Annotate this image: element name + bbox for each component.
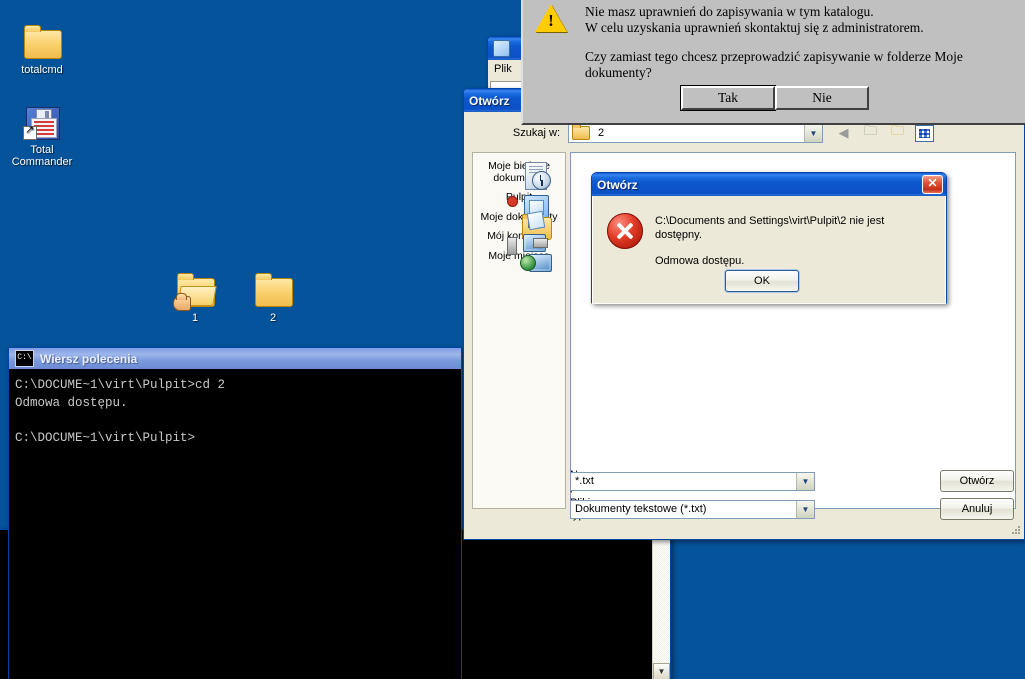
desktop-icon-total-commander[interactable]: Total Commander bbox=[4, 104, 80, 168]
desktop: totalcmd Total Commander 1 2 ▼ C: bbox=[0, 0, 1025, 679]
place-label-line1: Moje bieżące bbox=[488, 160, 550, 172]
command-prompt-window[interactable]: C:\ Wiersz polecenia C:\DOCUME~1\virt\Pu… bbox=[8, 347, 462, 679]
up-one-level-icon[interactable]: 🗀 bbox=[860, 123, 881, 143]
desktop-icon-label: totalcmd bbox=[21, 64, 63, 76]
warning-line3: Czy zamiast tego chcesz przeprowadzić za… bbox=[585, 49, 963, 80]
scroll-down-icon[interactable]: ▼ bbox=[653, 663, 670, 679]
open-file-dialog[interactable]: Otwórz Szukaj w: 2 ▼ ◀ 🗀 🗀 Moje bieżące … bbox=[463, 88, 1025, 540]
error-dialog-body: C:\Documents and Settings\virt\Pulpit\2 … bbox=[592, 196, 946, 304]
console-vertical-scrollbar[interactable]: ▼ bbox=[652, 530, 670, 679]
desktop-icon-folder-1[interactable]: 1 bbox=[157, 272, 233, 324]
dialog-action-buttons: Otwórz Anuluj bbox=[940, 470, 1014, 526]
resize-grip[interactable] bbox=[1011, 525, 1021, 535]
shortcut-arrow-icon bbox=[23, 124, 37, 140]
error-cross-icon bbox=[607, 213, 643, 249]
file-type-dropdown[interactable]: Dokumenty tekstowe (*.txt) ▼ bbox=[570, 499, 815, 519]
desktop-icon-folder-2[interactable]: 2 bbox=[235, 272, 311, 324]
look-in-value: 2 bbox=[598, 127, 605, 139]
warning-line1: Nie masz uprawnień do zapisywania w tym … bbox=[585, 4, 874, 19]
close-icon[interactable]: ✕ bbox=[922, 175, 943, 194]
look-in-dropdown[interactable]: 2 ▼ bbox=[568, 123, 823, 143]
open-button[interactable]: Otwórz bbox=[940, 470, 1014, 492]
no-button[interactable]: Nie bbox=[775, 86, 869, 110]
place-label: Pulpit bbox=[505, 191, 533, 203]
console-icon: C:\ bbox=[15, 350, 34, 367]
desktop-icon-label-line2: Commander bbox=[11, 156, 73, 168]
chevron-down-icon[interactable]: ▼ bbox=[804, 124, 822, 142]
file-name-label: Nazwa pliku: bbox=[464, 469, 604, 493]
warning-triangle-icon bbox=[535, 4, 567, 34]
error-dialog[interactable]: Otwórz ✕ C:\Documents and Settings\virt\… bbox=[591, 172, 947, 304]
cancel-button[interactable]: Anuluj bbox=[940, 498, 1014, 520]
look-in-label: Szukaj w: bbox=[512, 127, 560, 139]
error-message-line1: C:\Documents and Settings\virt\Pulpit\2 … bbox=[655, 215, 885, 241]
place-my-documents[interactable]: Moje dokumenty bbox=[473, 204, 565, 240]
folder-icon bbox=[22, 24, 62, 60]
sharing-hand-icon bbox=[173, 293, 191, 311]
folder-icon bbox=[572, 124, 590, 140]
back-icon[interactable]: ◀ bbox=[833, 124, 854, 143]
permission-warning-dialog[interactable]: Nie masz uprawnień do zapisywania w tym … bbox=[521, 0, 1025, 125]
floppy-shortcut-icon bbox=[22, 104, 62, 140]
desktop-icon-label-line1: Total bbox=[30, 144, 54, 156]
views-icon[interactable] bbox=[914, 124, 935, 143]
file-name-input[interactable]: *.txt ▼ bbox=[570, 471, 815, 491]
place-my-network-places[interactable]: Moje miejsca bbox=[473, 237, 565, 272]
menu-item-plik[interactable]: Plik bbox=[494, 63, 512, 75]
console-title-text: Wiersz polecenia bbox=[40, 351, 138, 366]
console-output: C:\DOCUME~1\virt\Pulpit>cd 2 Odmowa dost… bbox=[15, 378, 226, 445]
place-desktop[interactable]: Pulpit bbox=[473, 184, 565, 220]
error-message: C:\Documents and Settings\virt\Pulpit\2 … bbox=[655, 214, 933, 268]
shared-folder-icon bbox=[173, 272, 215, 311]
error-dialog-title-text: Otwórz bbox=[597, 177, 638, 192]
look-in-row: Szukaj w: 2 ▼ ◀ 🗀 🗀 bbox=[464, 122, 1024, 144]
permission-warning-message: Nie masz uprawnień do zapisywania w tym … bbox=[585, 4, 1015, 81]
console-titlebar[interactable]: C:\ Wiersz polecenia bbox=[9, 348, 461, 369]
error-message-line2: Odmowa dostępu. bbox=[655, 255, 745, 267]
desktop-icon-label: 1 bbox=[191, 312, 199, 324]
places-bar: Moje bieżące dokumenty Pulpit Moje dokum… bbox=[472, 152, 566, 509]
folder-icon bbox=[253, 272, 293, 308]
file-name-value: *.txt bbox=[575, 475, 594, 487]
desktop-icon-totalcmd[interactable]: totalcmd bbox=[4, 24, 80, 76]
ok-button[interactable]: OK bbox=[725, 270, 799, 292]
chevron-down-icon[interactable]: ▼ bbox=[796, 500, 814, 518]
place-label-line2: dokumenty bbox=[493, 171, 545, 184]
warning-line2: W celu uzyskania uprawnień skontaktuj si… bbox=[585, 20, 924, 35]
error-dialog-titlebar[interactable]: Otwórz ✕ bbox=[592, 173, 946, 196]
yes-button[interactable]: Tak bbox=[680, 85, 776, 111]
new-folder-icon[interactable]: 🗀 bbox=[887, 123, 908, 143]
dialog-nav-toolbar: ◀ 🗀 🗀 bbox=[833, 123, 935, 143]
chevron-down-icon[interactable]: ▼ bbox=[796, 472, 814, 490]
place-recent-documents[interactable]: Moje bieżące dokumenty bbox=[473, 153, 565, 190]
desktop-icon-label: 2 bbox=[269, 312, 277, 324]
file-type-value: Dokumenty tekstowe (*.txt) bbox=[575, 503, 707, 515]
notepad-icon bbox=[493, 40, 510, 57]
file-type-label: Pliki typu: bbox=[464, 497, 594, 521]
